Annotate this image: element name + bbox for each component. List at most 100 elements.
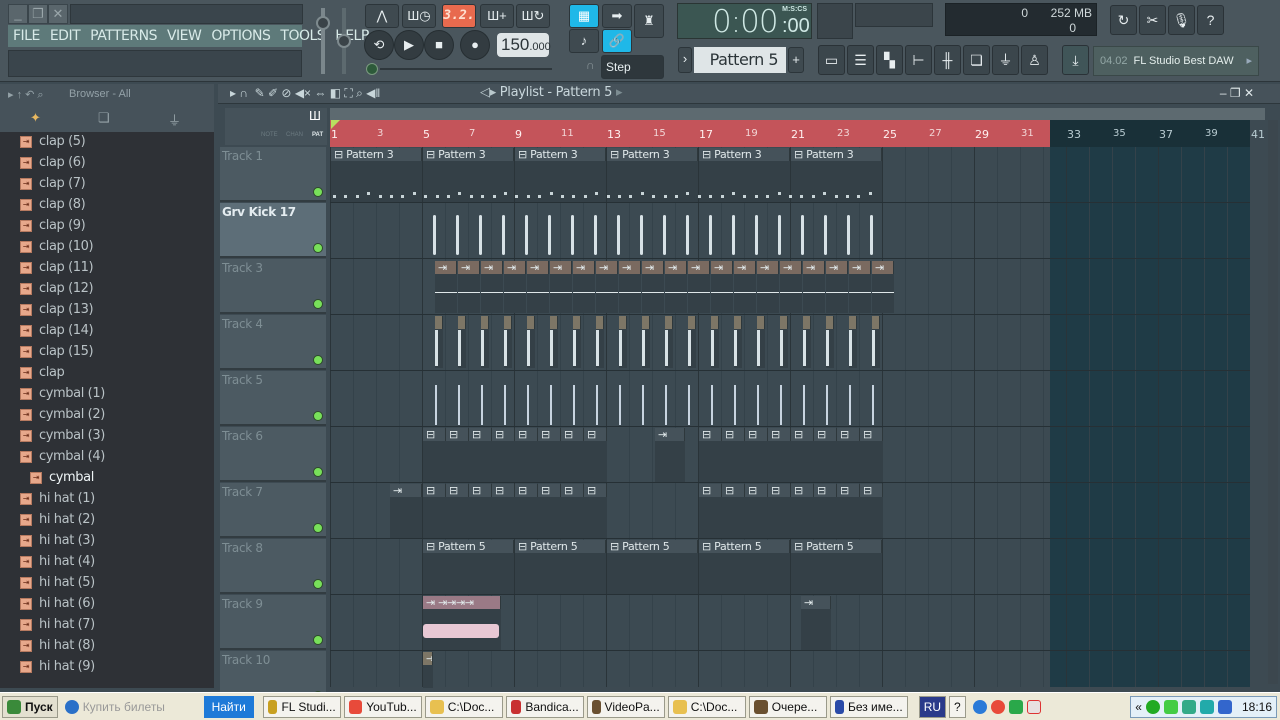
track-header[interactable]: Track 3 [220,259,326,314]
clip-body[interactable] [860,441,883,482]
track-mute-led[interactable] [313,579,323,589]
playlist-clip[interactable]: ⊟ [722,484,745,497]
clip-body[interactable] [699,553,790,594]
playlist-clip[interactable] [550,316,558,329]
playlist-clip[interactable]: ⊟ [745,484,768,497]
playlist-clip[interactable]: ⇥ [481,261,503,274]
track-name[interactable]: Grv Kick 17 [222,205,296,219]
bolt-icon[interactable] [972,699,987,714]
playlist-clip[interactable] [757,316,765,329]
playlist-clip[interactable] [780,316,788,329]
clip-body[interactable] [550,274,572,313]
playlist-clip[interactable]: ⊟ [860,428,883,441]
playlist-clip[interactable]: ⊟ [699,484,722,497]
playlist-clip[interactable] [596,316,604,329]
playlist-clip[interactable]: ⊟ [469,484,492,497]
playlist-clip[interactable]: ⊟ Pattern 5 [791,540,882,553]
menu-options[interactable]: OPTIONS [206,28,275,44]
clip-body[interactable] [435,274,457,313]
clip-body[interactable] [745,497,768,538]
clip-body[interactable] [699,441,722,482]
browser-item[interactable]: ⇥ hi hat (5) [20,572,95,593]
playlist-clip[interactable] [458,316,466,329]
taskbar-app[interactable]: Очере... [748,695,827,718]
browser-item[interactable]: ⇥ clap (13) [20,299,94,320]
playlist-clip[interactable]: ⇥ [803,261,825,274]
plugin-picker-icon[interactable]: ⏚ [992,45,1019,75]
playlist-clip[interactable]: ⇥ [550,261,572,274]
master-volume-knob[interactable] [316,16,330,30]
microphone-icon[interactable]: 🎙 [1168,5,1195,35]
playlist-clip[interactable]: ⇥ [780,261,802,274]
playlist-clip[interactable] [711,316,719,329]
playlist-clip[interactable]: ⊟ Pattern 3 [607,148,698,161]
track-mute-led[interactable] [313,411,323,421]
track-name[interactable]: Track 4 [222,317,263,331]
browser-item[interactable]: ⇥ clap (5) [20,131,86,152]
browser-item[interactable]: ⇥ cymbal [30,467,94,488]
clip-body[interactable] [481,274,503,313]
playlist-clip[interactable]: ⊟ [561,484,584,497]
browser-item[interactable]: ⇥ hi hat (7) [20,614,95,635]
mode-note[interactable]: NOTE [261,132,278,138]
track-mute-led[interactable] [313,635,323,645]
clip-body[interactable] [837,441,860,482]
track-mute-led[interactable] [313,467,323,477]
playlist-clip[interactable] [435,316,443,329]
playlist-clip[interactable] [504,316,512,329]
clip-body[interactable] [803,274,825,313]
clip-body[interactable] [573,274,595,313]
playlist-clip[interactable]: ⊟ [538,428,561,441]
playlist-clip[interactable]: ⇥ [390,484,422,497]
master-pitch-knob[interactable] [337,34,351,48]
playlist-clip[interactable]: ⊟ Pattern 3 [699,148,790,161]
clip-body[interactable] [814,441,837,482]
vertical-scrollbar[interactable] [1268,120,1278,684]
clip-body[interactable] [596,274,618,313]
playlist-window-icon[interactable]: ▭ [818,45,845,75]
clip-body[interactable] [655,441,685,482]
browser-item[interactable]: ⇥ clap (10) [20,236,94,257]
clip-body[interactable] [469,497,492,538]
playlist-clip[interactable]: ⊟ [469,428,492,441]
blend-notes-button[interactable]: ♪ [569,29,599,53]
clip-body[interactable] [768,497,791,538]
browser-item[interactable]: ⇥ clap [20,362,65,383]
playlist-clip[interactable] [803,316,811,329]
pattern-prev-button[interactable]: › [678,47,692,73]
browser-item[interactable]: ⇥ hi hat (3) [20,530,95,551]
playlist-clip[interactable]: ⊟ [768,484,791,497]
record-button[interactable]: ● [460,30,490,60]
search-button[interactable]: Найти [203,695,254,718]
playlist-clip[interactable]: ⊟ Pattern 3 [331,148,422,161]
position-slider-handle[interactable] [366,63,378,75]
language-indicator[interactable]: RU [918,695,947,718]
mode-pat[interactable]: PAT [312,132,323,138]
quick-launch-icons[interactable] [969,696,1049,718]
mixer-icon[interactable]: ╫ [934,45,961,75]
playlist-clip[interactable] [619,316,627,329]
playlist-clip[interactable]: ⇥ [619,261,641,274]
browser-item[interactable]: ⇥ clap (6) [20,152,86,173]
clip-body[interactable] [423,497,446,538]
playlist-clip[interactable]: ⊟ [791,428,814,441]
browser-files-icon[interactable]: ❏ [98,110,110,126]
clip-body[interactable] [757,274,779,313]
a-icon[interactable] [1008,699,1023,714]
master-knob-button[interactable]: ♜ [634,4,664,38]
clip-body[interactable] [801,609,831,650]
taskbar-app[interactable]: C:\Doc... [424,695,503,718]
horizontal-scrollbar[interactable] [330,108,1265,120]
track-mute-led[interactable] [313,243,323,253]
wait-input-button[interactable]: Ш◷ [402,4,436,28]
clip-body[interactable] [423,553,514,594]
playlist-clip[interactable]: ⊟ [515,484,538,497]
playlist-clip[interactable]: ⊟ [492,428,515,441]
add-pattern-button[interactable]: + [788,47,804,73]
playlist-clip[interactable]: ⊟ [837,428,860,441]
browser-item[interactable]: ⇥ cymbal (1) [20,383,105,404]
clip-body[interactable] [665,274,687,313]
clip-body[interactable] [734,274,756,313]
track-header[interactable]: Grv Kick 17 [220,203,326,258]
browser-item[interactable]: ⇥ clap (8) [20,194,86,215]
